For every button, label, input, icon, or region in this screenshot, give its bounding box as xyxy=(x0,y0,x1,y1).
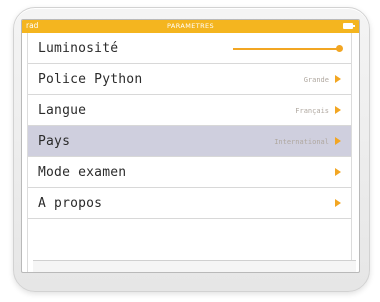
menu-item-label: Langue xyxy=(38,103,87,118)
brightness-slider-knob[interactable] xyxy=(335,45,343,52)
menu-item-label: A propos xyxy=(38,196,103,211)
brightness-slider[interactable] xyxy=(233,48,339,50)
menu-item-label: Luminosité xyxy=(38,41,119,56)
settings-menu: Luminosité Police Python Grande Langue F… xyxy=(27,33,356,272)
menu-footer xyxy=(33,260,356,272)
battery-icon xyxy=(343,23,355,29)
chevron-right-icon xyxy=(335,75,341,83)
menu-item-value: International xyxy=(274,138,329,146)
menu-item-label: Pays xyxy=(38,134,71,149)
menu-item-luminosite[interactable]: Luminosité xyxy=(28,33,351,64)
chevron-right-icon xyxy=(335,106,341,114)
chevron-right-icon xyxy=(335,199,341,207)
menu-item-label: Mode examen xyxy=(38,165,127,180)
menu-item-a-propos[interactable]: A propos xyxy=(28,188,351,219)
menu-item-mode-examen[interactable]: Mode examen xyxy=(28,157,351,188)
menu-item-langue[interactable]: Langue Français xyxy=(28,95,351,126)
status-bar: rad PARAMETRES xyxy=(22,20,359,33)
settings-screen: rad PARAMETRES Luminosité Police Python … xyxy=(21,19,360,273)
page-title: PARAMETRES xyxy=(166,22,215,30)
menu-item-value: Grande xyxy=(303,76,329,84)
menu-item-label: Police Python xyxy=(38,72,143,87)
menu-item-police-python[interactable]: Police Python Grande xyxy=(28,64,351,95)
menu-item-pays[interactable]: Pays International xyxy=(28,126,351,157)
chevron-right-icon xyxy=(335,168,341,176)
menu-item-value: Français xyxy=(295,107,329,115)
chevron-right-icon xyxy=(335,137,341,145)
